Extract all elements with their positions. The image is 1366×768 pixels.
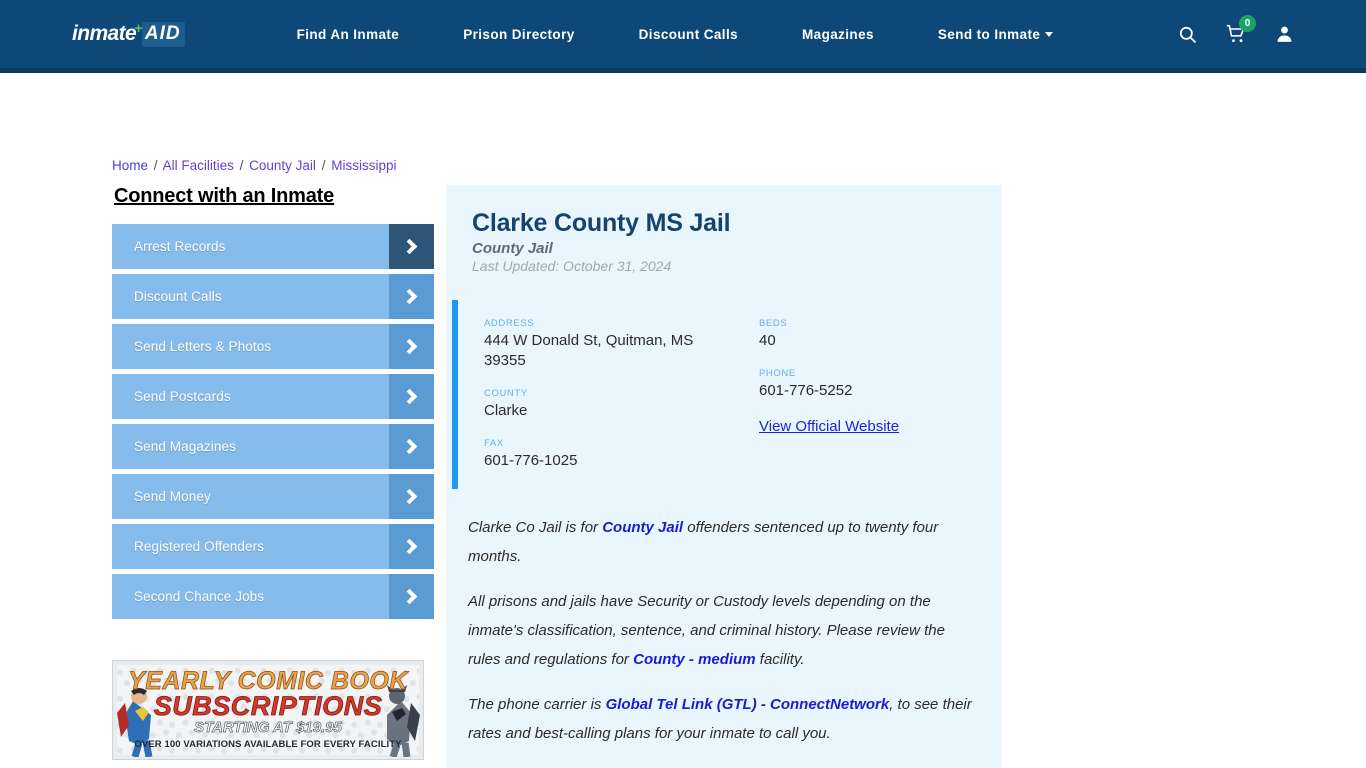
ad-subtext-line: OVER 100 VARIATIONS AVAILABLE FOR EVERY … xyxy=(134,739,402,750)
breadcrumb-item-home[interactable]: Home xyxy=(112,158,148,173)
sidebar-item-label: Arrest Records xyxy=(134,239,226,254)
view-official-website-link[interactable]: View Official Website xyxy=(759,418,899,435)
description-paragraph-3: The phone carrier is Global Tel Link (GT… xyxy=(468,690,978,748)
beds-label: BEDS xyxy=(759,318,788,329)
nav-label: Find An Inmate xyxy=(296,26,400,42)
nav-item-discount-calls[interactable]: Discount Calls xyxy=(607,27,770,42)
facility-detail-panel: Clarke County MS Jail County Jail Last U… xyxy=(446,185,1002,768)
description-paragraph-4: If you are seeking to send your inmate m… xyxy=(468,764,978,768)
header-icon-group: 0 xyxy=(1178,15,1294,44)
cart-count-badge: 0 xyxy=(1239,15,1256,32)
inmateaid-logo[interactable]: inmate + AID xyxy=(72,19,185,49)
facility-description: Clarke Co Jail is for County Jail offend… xyxy=(446,489,1002,768)
chevron-right-icon xyxy=(389,324,434,369)
breadcrumb-item-all-facilities[interactable]: All Facilities xyxy=(163,158,234,173)
sidebar-item-send-letters-photos[interactable]: Send Letters & Photos xyxy=(112,324,434,369)
phone-value: 601-776-5252 xyxy=(759,382,853,399)
highlight-county-medium[interactable]: County - medium xyxy=(633,651,756,668)
phone-label: PHONE xyxy=(759,368,796,379)
paragraph-text: facility. xyxy=(755,651,805,668)
sidebar-item-send-money[interactable]: Send Money xyxy=(112,474,434,519)
sidebar-item-arrest-records[interactable]: Arrest Records xyxy=(112,224,434,269)
address-value: 444 W Donald St, Quitman, MS 39355 xyxy=(484,332,694,369)
site-header: inmate + AID Find An Inmate Prison Direc… xyxy=(0,0,1366,73)
facility-info-right-column: BEDS 40 PHONE 601-776-5252 View Official… xyxy=(731,318,978,471)
nav-label: Prison Directory xyxy=(463,26,575,42)
sidebar-item-discount-calls[interactable]: Discount Calls xyxy=(112,274,434,319)
breadcrumb-separator: / xyxy=(153,158,158,173)
sidebar-item-registered-offenders[interactable]: Registered Offenders xyxy=(112,524,434,569)
sidebar-item-second-chance-jobs[interactable]: Second Chance Jobs xyxy=(112,574,434,619)
sidebar-item-label: Second Chance Jobs xyxy=(134,589,265,604)
chevron-right-icon xyxy=(389,374,434,419)
sidebar-item-label: Send Letters & Photos xyxy=(134,339,272,354)
sidebar: Connect with an Inmate Arrest Records Di… xyxy=(112,185,434,760)
nav-item-send-to-inmate[interactable]: Send to Inmate xyxy=(906,27,1085,42)
logo-aid-badge: AID xyxy=(141,21,185,47)
chevron-right-icon xyxy=(389,224,434,269)
nav-item-find-an-inmate[interactable]: Find An Inmate xyxy=(265,27,432,42)
chevron-right-icon xyxy=(389,524,434,569)
breadcrumb-separator: / xyxy=(321,158,326,173)
logo-wordmark: inmate xyxy=(72,22,137,45)
chevron-right-icon xyxy=(389,424,434,469)
sidebar-item-label: Send Postcards xyxy=(134,389,231,404)
page-title: Clarke County MS Jail xyxy=(472,209,731,237)
user-account-icon[interactable] xyxy=(1275,24,1294,44)
nav-label: Discount Calls xyxy=(638,26,739,42)
chevron-down-icon xyxy=(1045,32,1054,38)
paragraph-text: The phone carrier is xyxy=(468,696,606,713)
facility-info-left-column: ADDRESS 444 W Donald St, Quitman, MS 393… xyxy=(484,318,731,471)
beds-value: 40 xyxy=(759,332,776,349)
nav-item-magazines[interactable]: Magazines xyxy=(770,27,906,42)
sidebar-item-label: Registered Offenders xyxy=(134,539,265,554)
chevron-right-icon xyxy=(389,574,434,619)
main-navigation: Find An Inmate Prison Directory Discount… xyxy=(265,27,1086,42)
sidebar-item-label: Discount Calls xyxy=(134,289,222,304)
facility-type-label: County Jail xyxy=(472,240,553,257)
nav-label: Magazines xyxy=(802,26,874,42)
description-paragraph-2: All prisons and jails have Security or C… xyxy=(468,587,978,674)
paragraph-text: Clarke Co Jail is for xyxy=(468,519,603,536)
fax-label: FAX xyxy=(484,438,504,449)
nav-label: Send to Inmate xyxy=(937,26,1041,42)
breadcrumb-item-county-jail[interactable]: County Jail xyxy=(249,158,316,173)
search-icon[interactable] xyxy=(1178,25,1197,44)
ad-price-line: STARTING AT $19.95 xyxy=(194,719,343,737)
facility-info-box: ADDRESS 444 W Donald St, Quitman, MS 393… xyxy=(452,300,978,489)
highlight-phone-carrier[interactable]: Global Tel Link (GTL) - ConnectNetwork xyxy=(606,696,890,713)
chevron-right-icon xyxy=(389,274,434,319)
sidebar-item-label: Send Magazines xyxy=(134,439,236,454)
county-label: COUNTY xyxy=(484,388,528,399)
description-paragraph-1: Clarke Co Jail is for County Jail offend… xyxy=(468,513,978,571)
logo-plus-icon: + xyxy=(134,19,143,37)
highlight-county-jail[interactable]: County Jail xyxy=(602,519,683,536)
fax-value: 601-776-1025 xyxy=(484,452,578,469)
last-updated-text: Last Updated: October 31, 2024 xyxy=(472,258,672,274)
sidebar-title: Connect with an Inmate xyxy=(114,185,335,207)
chevron-right-icon xyxy=(389,474,434,519)
breadcrumb-item-mississippi[interactable]: Mississippi xyxy=(331,158,396,173)
sidebar-item-send-postcards[interactable]: Send Postcards xyxy=(112,374,434,419)
ad-headline-line2: SUBSCRIPTIONS xyxy=(153,691,383,722)
breadcrumb: Home / All Facilities / County Jail / Mi… xyxy=(112,158,396,173)
county-value: Clarke xyxy=(484,402,528,419)
comic-book-subscription-ad[interactable]: YEARLY COMIC BOOK SUBSCRIPTIONS STARTING… xyxy=(112,660,424,760)
shopping-cart-icon[interactable]: 0 xyxy=(1225,15,1256,44)
nav-item-prison-directory[interactable]: Prison Directory xyxy=(431,27,606,42)
sidebar-item-label: Send Money xyxy=(134,489,211,504)
breadcrumb-separator: / xyxy=(239,158,244,173)
sidebar-item-send-magazines[interactable]: Send Magazines xyxy=(112,424,434,469)
address-label: ADDRESS xyxy=(484,318,535,329)
